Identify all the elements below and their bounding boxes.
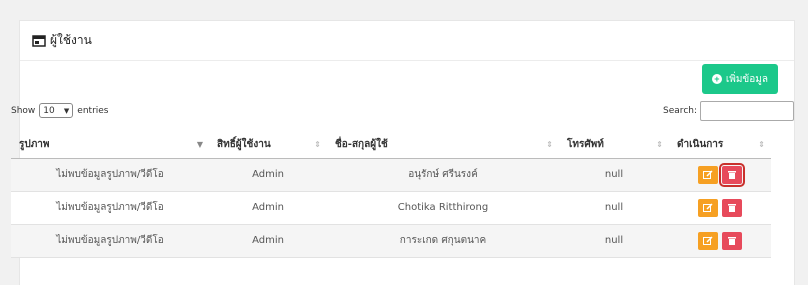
header-name[interactable]: ชื่อ-สกุลผู้ใช้ ⇕ bbox=[327, 131, 559, 159]
edit-icon bbox=[703, 169, 713, 179]
cell-phone: null bbox=[559, 158, 669, 192]
cell-name: อนุรักษ์ ศรีนรงค์ bbox=[327, 158, 559, 192]
entries-length-control: Show 10 ▼ entries bbox=[11, 103, 109, 118]
cell-image: ไม่พบข้อมูลรูปภาพ/วีดีโอ bbox=[11, 224, 209, 258]
sort-icon: ⇕ bbox=[314, 140, 321, 149]
show-label: Show bbox=[11, 105, 36, 116]
edit-icon bbox=[703, 202, 713, 212]
table-header-row: รูปภาพ ▼ สิทธิ์ผู้ใช้งาน ⇕ ชื่อ-สกุลผู้ใช้… bbox=[11, 131, 771, 159]
cell-role: Admin bbox=[209, 158, 327, 192]
cell-name: การะเกด ศกุนตนาค bbox=[327, 224, 559, 258]
search-control: Search: bbox=[663, 101, 794, 121]
sort-icon: ▼ bbox=[196, 140, 203, 149]
header-actions[interactable]: ดำเนินการ ⇕ bbox=[669, 131, 771, 159]
cell-actions bbox=[669, 191, 771, 225]
search-label: Search: bbox=[663, 106, 697, 116]
add-data-button[interactable]: + เพิ่มข้อมูล bbox=[701, 64, 778, 94]
plus-circle-icon: + bbox=[711, 74, 722, 84]
cell-phone: null bbox=[559, 191, 669, 225]
cell-role: Admin bbox=[209, 191, 327, 225]
cell-name: Chotika Ritthirong bbox=[327, 191, 559, 225]
table-row: ไม่พบข้อมูลรูปภาพ/วีดีโอ Admin อนุรักษ์ … bbox=[11, 158, 771, 192]
page-title: ผู้ใช้งาน bbox=[50, 33, 92, 47]
add-data-label: เพิ่มข้อมูล bbox=[725, 73, 768, 85]
header-image[interactable]: รูปภาพ ▼ bbox=[11, 131, 209, 159]
users-table: รูปภาพ ▼ สิทธิ์ผู้ใช้งาน ⇕ ชื่อ-สกุลผู้ใช้… bbox=[11, 131, 771, 258]
header-phone[interactable]: โทรศัพท์ ⇕ bbox=[559, 131, 669, 159]
table-row: ไม่พบข้อมูลรูปภาพ/วีดีโอ Admin Chotika R… bbox=[11, 191, 771, 225]
entries-label: entries bbox=[77, 105, 109, 116]
cell-role: Admin bbox=[209, 224, 327, 258]
edit-button[interactable] bbox=[698, 165, 718, 184]
cell-phone: null bbox=[559, 224, 669, 258]
trash-icon bbox=[728, 170, 736, 179]
entries-select[interactable]: 10 ▼ bbox=[39, 103, 74, 118]
search-input[interactable] bbox=[700, 101, 794, 121]
delete-button[interactable] bbox=[722, 198, 742, 217]
entries-select-value: 10 bbox=[43, 105, 55, 116]
edit-button[interactable] bbox=[698, 198, 718, 217]
sort-icon: ⇕ bbox=[758, 140, 765, 149]
sort-icon: ⇕ bbox=[656, 140, 663, 149]
cell-image: ไม่พบข้อมูลรูปภาพ/วีดีโอ bbox=[11, 191, 209, 225]
cell-actions bbox=[669, 224, 771, 258]
edit-button[interactable] bbox=[698, 231, 718, 250]
sort-icon: ⇕ bbox=[546, 140, 553, 149]
window-icon bbox=[32, 34, 46, 47]
table-row: ไม่พบข้อมูลรูปภาพ/วีดีโอ Admin การะเกด ศ… bbox=[11, 224, 771, 258]
delete-button[interactable] bbox=[722, 231, 742, 250]
delete-button[interactable] bbox=[719, 162, 745, 187]
trash-icon bbox=[728, 203, 736, 212]
chevron-down-icon: ▼ bbox=[63, 106, 70, 115]
cell-actions bbox=[669, 158, 771, 192]
header-role[interactable]: สิทธิ์ผู้ใช้งาน ⇕ bbox=[209, 131, 327, 159]
card-header: ผู้ใช้งาน bbox=[20, 21, 794, 61]
edit-icon bbox=[703, 235, 713, 245]
cell-image: ไม่พบข้อมูลรูปภาพ/วีดีโอ bbox=[11, 158, 209, 192]
trash-icon bbox=[728, 236, 736, 245]
